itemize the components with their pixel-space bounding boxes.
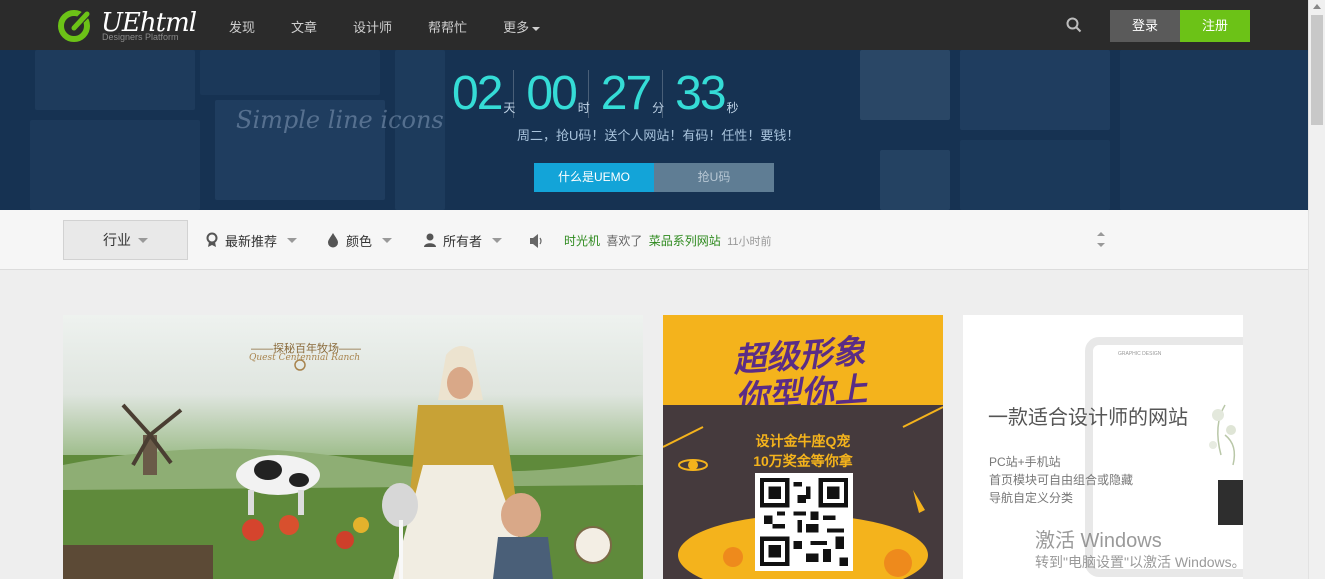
feed-user-link[interactable]: 时光机 [564,234,600,248]
nav-more-label: 更多 [503,20,530,35]
countdown-minutes: 27 分 [600,67,665,120]
contest-line-1: 设计金牛座Q宠 [755,433,851,449]
countdown-minutes-value: 27 [600,67,652,120]
chevron-up-icon[interactable] [1097,232,1105,236]
chevron-down-icon[interactable] [1097,243,1105,247]
drop-icon [328,233,338,248]
what-is-uemo-button[interactable]: 什么是UEMO [534,163,654,192]
latest-filter-label: 最新推荐 [225,233,278,249]
feed-work-link[interactable]: 菜品系列网站 [649,234,721,248]
countdown-hours: 00 时 [526,67,590,120]
top-nav-bar: UEhtml Designers Platform 发现 文章 设计师 帮帮忙 … [0,0,1308,50]
person-icon [424,233,436,247]
speaker-icon [530,234,542,248]
chevron-down-icon [382,237,393,243]
main-nav: 发现 文章 设计师 帮帮忙 更多 [229,17,576,36]
login-button[interactable]: 登录 [1110,10,1180,42]
industry-filter-label: 行业 [103,232,131,248]
ranch-subtitle: Quest Centennial Ranch [249,353,361,363]
countdown-seconds-value: 33 [675,67,726,120]
nav-discover[interactable]: 发现 [229,17,255,36]
qr-code-icon [760,478,848,566]
feed-verb: 喜欢了 [606,234,643,248]
countdown-seconds-unit: 秒 [726,101,739,115]
owner-filter-dropdown[interactable]: 所有者 [422,231,503,249]
banner-decor-text: Simple line icons [236,106,444,134]
chevron-down-icon [138,238,148,243]
grab-code-button[interactable]: 抢U码 [654,163,774,192]
nav-articles[interactable]: 文章 [291,17,317,36]
industry-filter-dropdown[interactable]: 行业 [63,220,188,260]
logo[interactable]: UEhtml Designers Platform [57,6,197,44]
scroll-up-icon[interactable] [1313,4,1321,9]
activity-feed: 时光机 喜欢了 菜品系列网站 11小时前 [564,232,772,249]
work-card-ranch[interactable]: ——探秘百年牧场—— Quest Centennial Ranch [63,315,643,579]
countdown-minutes-unit: 分 [652,101,665,115]
page-scrollbar[interactable] [1308,0,1325,579]
countdown-seconds: 33 秒 [675,67,739,120]
contest-line-2: 10万奖金等你拿 [753,453,853,469]
register-button[interactable]: 注册 [1180,10,1250,42]
feed-time: 11小时前 [727,236,772,248]
chevron-down-icon [287,237,298,243]
windows-activation-hint: 转到"电脑设置"以激活 Windows。 [1035,554,1246,570]
nav-designers[interactable]: 设计师 [353,17,392,36]
color-filter-label: 颜色 [346,233,373,249]
logo-mark-icon [58,6,94,42]
designer-site-title: 一款适合设计师的网站 [988,407,1188,429]
nav-help[interactable]: 帮帮忙 [428,17,467,36]
search-icon[interactable] [1066,17,1082,33]
nav-more[interactable]: 更多 [503,17,541,36]
countdown-timer: 02 天 00 时 27 分 33 秒 [452,70,749,118]
chevron-down-icon [532,26,541,31]
ribbon-icon [206,232,218,247]
countdown-hours-value: 00 [526,67,577,120]
designer-site-line-2: 首页模块可自由组合或隐藏 [989,473,1134,487]
color-filter-dropdown[interactable]: 颜色 [325,231,393,249]
page: UEhtml Designers Platform 发现 文章 设计师 帮帮忙 … [0,0,1325,579]
hero-banner: Simple line icons 02 天 00 时 27 分 33 秒 周二… [0,50,1308,210]
countdown-days-unit: 天 [503,101,516,115]
work-card-contest[interactable]: 超级形象 你型你上 设计金牛座Q宠 10万奖金等你拿 [663,315,943,579]
countdown-hours-unit: 时 [577,101,590,115]
qr-code [755,473,853,571]
countdown-days: 02 天 [452,67,516,120]
windows-activation-title: 激活 Windows [1035,530,1162,552]
designer-site-line-1: PC站+手机站 [989,455,1061,469]
logo-subtitle: Designers Platform [102,32,179,42]
feed-scroll-arrows[interactable] [1095,230,1107,252]
banner-tagline: 周二，抢U码！送个人网站！有码！任性！要钱！ [517,128,800,143]
designer-site-line-3: 导航自定义分类 [989,491,1074,505]
scrollbar-thumb[interactable] [1311,15,1323,125]
latest-filter-dropdown[interactable]: 最新推荐 [204,231,298,249]
countdown-days-value: 02 [452,67,503,120]
owner-filter-label: 所有者 [443,233,483,249]
chevron-down-icon [492,237,503,243]
